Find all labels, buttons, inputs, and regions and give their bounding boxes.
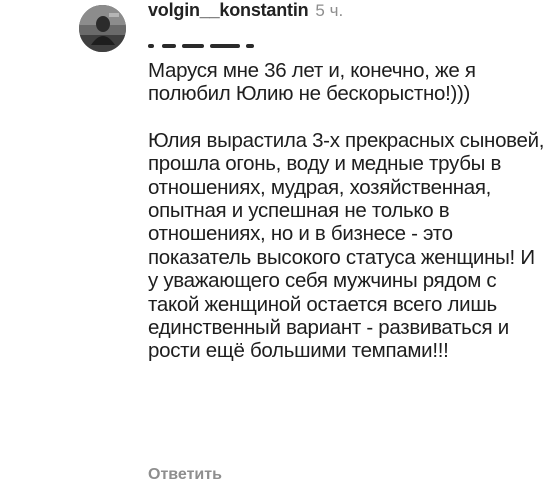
comment-paragraph-1: Маруся мне 36 лет и, конечно, же я полюб… (148, 59, 476, 106)
avatar-photo-icon (79, 5, 126, 52)
comment-text: Маруся мне 36 лет и, конечно, же я полюб… (148, 59, 546, 363)
avatar[interactable] (79, 5, 126, 52)
reply-button[interactable]: Ответить (148, 466, 222, 484)
username-link[interactable]: volgin__konstantin (148, 0, 309, 21)
comment-header: volgin__konstantin 5 ч. (148, 0, 343, 26)
comment-paragraph-2: Юлия вырастила 3-х прекрасных сыновей, п… (148, 128, 545, 363)
cropped-text-line (148, 42, 298, 50)
timestamp: 5 ч. (315, 1, 344, 20)
comment: volgin__konstantin 5 ч. Маруся мне 36 ле… (0, 0, 550, 499)
